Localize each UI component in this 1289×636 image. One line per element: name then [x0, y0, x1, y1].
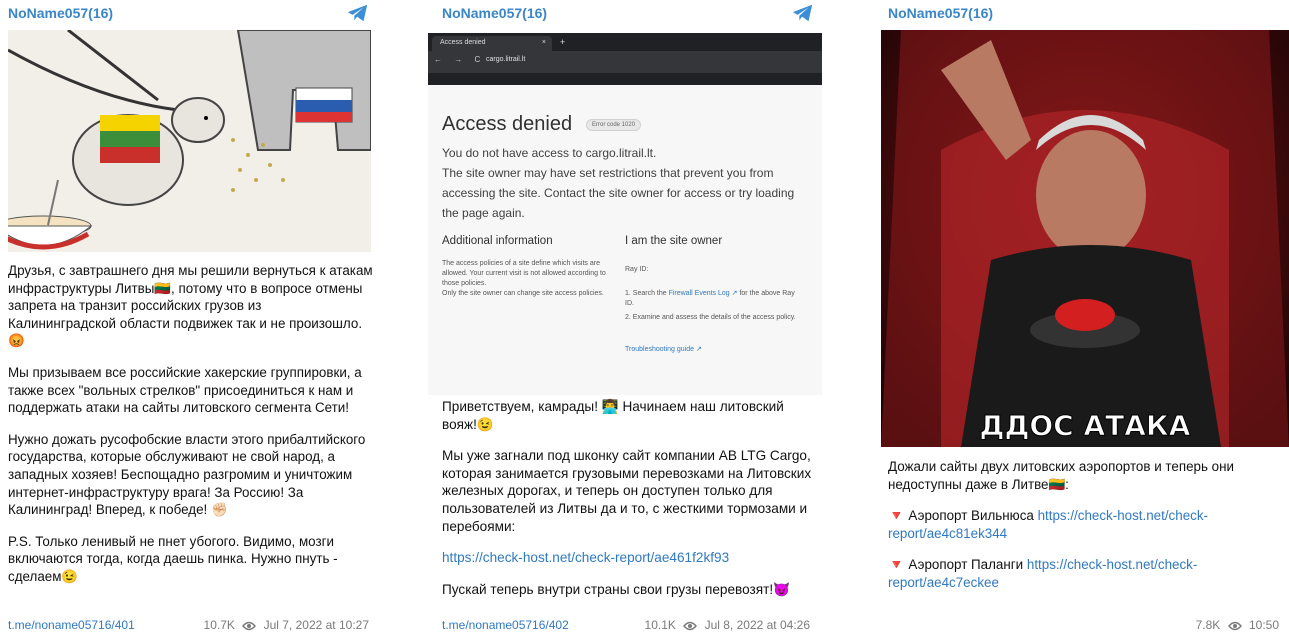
post-footer: t.me/noname05716/402 10.1K Jul 8, 2022 a…	[442, 618, 810, 634]
post-link[interactable]: t.me/noname05716/401	[8, 618, 135, 632]
post-meta: 10.1K Jul 8, 2022 at 04:26	[645, 618, 810, 632]
paragraph: Мы призываем все российские хакерские гр…	[8, 364, 362, 416]
view-count: 10.1K	[644, 618, 676, 632]
error-title: Access denied	[442, 113, 573, 135]
post-date: Jul 8, 2022 at 04:26	[704, 618, 810, 632]
browser-chrome: Access denied × + ← → C cargo.litrail.lt	[428, 33, 822, 85]
error-line: You do not have access to cargo.litrail.…	[442, 146, 657, 160]
additional-info-text: The access policies of a site define whi…	[442, 260, 606, 297]
post-header: NoName057(16)	[875, 0, 1289, 28]
access-denied-screenshot[interactable]: Access denied × + ← → C cargo.litrail.lt…	[428, 33, 822, 395]
step-text: 1. Search the	[625, 290, 669, 297]
cartoon-illustration	[8, 30, 371, 252]
post-meta: 7.8K 10:50	[1196, 618, 1279, 632]
view-count: 10.7K	[203, 618, 235, 632]
paragraph: Приветствуем, камрады! 👨‍💻 Начинаем наш …	[442, 399, 784, 432]
owner-step-1: 1. Search the Firewall Events Log ↗ for …	[625, 289, 805, 309]
browser-tab: Access denied ×	[432, 36, 552, 51]
nav-icons: ← → C	[434, 55, 486, 64]
meme-caption: ДДОС АТАКА	[980, 409, 1191, 442]
paragraph: Нужно дожать русофобские власти этого пр…	[8, 431, 366, 518]
post-402: NoName057(16) Access denied × + ← → C ca…	[428, 0, 828, 636]
post-header: NoName057(16)	[0, 0, 379, 28]
tab-title: Access denied	[440, 39, 486, 46]
error-description: You do not have access to cargo.litrail.…	[442, 143, 812, 223]
eye-icon	[683, 621, 698, 631]
paragraph: Пускай теперь внутри страны свои грузы п…	[442, 581, 791, 597]
post-meta: 10.7K Jul 7, 2022 at 10:27	[204, 618, 369, 632]
post-401: NoName057(16) Друзья, с завтрашнего дня …	[0, 0, 379, 636]
eye-icon	[242, 621, 257, 631]
post-date: 10:50	[1248, 618, 1279, 632]
meme-image[interactable]: ДДОС АТАКА	[881, 30, 1289, 447]
post-footer: 7.8K 10:50	[883, 618, 1279, 634]
paragraph: Дожали сайты двух литовских аэропортов и…	[888, 459, 1234, 492]
list-item: 🔻 Аэропорт Вильнюса https://check-host.n…	[888, 507, 1283, 542]
view-count: 7.8K	[1195, 618, 1221, 632]
airport-label: 🔻 Аэропорт Паланги	[888, 557, 1027, 573]
channel-name[interactable]: NoName057(16)	[442, 5, 547, 21]
post-text: Друзья, с завтрашнего дня мы решили верн…	[8, 262, 373, 600]
report-link[interactable]: https://check-host.net/check-report/ae46…	[442, 549, 822, 567]
owner-step-2: 2. Examine and assess the details of the…	[625, 314, 796, 321]
post-ddos: NoName057(16) ДДОС АТАКА Дожали сайты дв…	[875, 0, 1289, 636]
post-date: Jul 7, 2022 at 10:27	[263, 618, 369, 632]
cartoon-image[interactable]	[8, 30, 371, 252]
post-header: NoName057(16)	[428, 0, 828, 28]
error-code-badge: Error code 1020	[586, 119, 642, 131]
meme-illustration: ДДОС АТАКА	[881, 30, 1289, 447]
paragraph: Мы уже загнали под шконку сайт компании …	[442, 448, 812, 534]
post-text: Дожали сайты двух литовских аэропортов и…	[888, 458, 1283, 606]
post-footer: t.me/noname05716/401 10.7K Jul 7, 2022 a…	[8, 618, 369, 634]
channel-name[interactable]: NoName057(16)	[888, 5, 993, 21]
close-icon: ×	[541, 39, 546, 46]
owner-title: I am the site owner	[625, 235, 723, 247]
troubleshooting-link: Troubleshooting guide ↗	[625, 346, 702, 353]
url-text: cargo.litrail.lt	[486, 56, 526, 63]
ray-id: Ray ID:	[625, 266, 649, 273]
post-link[interactable]: t.me/noname05716/402	[442, 618, 569, 632]
error-line: The site owner may have set restrictions…	[442, 166, 795, 220]
telegram-icon	[347, 4, 368, 22]
eye-icon	[1227, 621, 1242, 631]
telegram-icon	[792, 4, 813, 22]
channel-name[interactable]: NoName057(16)	[8, 5, 113, 21]
post-text: Приветствуем, камрады! 👨‍💻 Начинаем наш …	[442, 398, 822, 612]
error-page: Access denied Error code 1020 You do not…	[428, 85, 822, 395]
paragraph: Друзья, с завтрашнего дня мы решили верн…	[8, 263, 373, 349]
paragraph: P.S. Только ленивый не пнет убогого. Вид…	[8, 533, 338, 584]
list-item: 🔻 Аэропорт Паланги https://check-host.ne…	[888, 556, 1283, 591]
airport-label: 🔻 Аэропорт Вильнюса	[888, 508, 1038, 524]
firewall-log-link: Firewall Events Log ↗	[668, 290, 738, 297]
new-tab-icon: +	[560, 37, 566, 47]
additional-info-title: Additional information	[442, 235, 553, 247]
